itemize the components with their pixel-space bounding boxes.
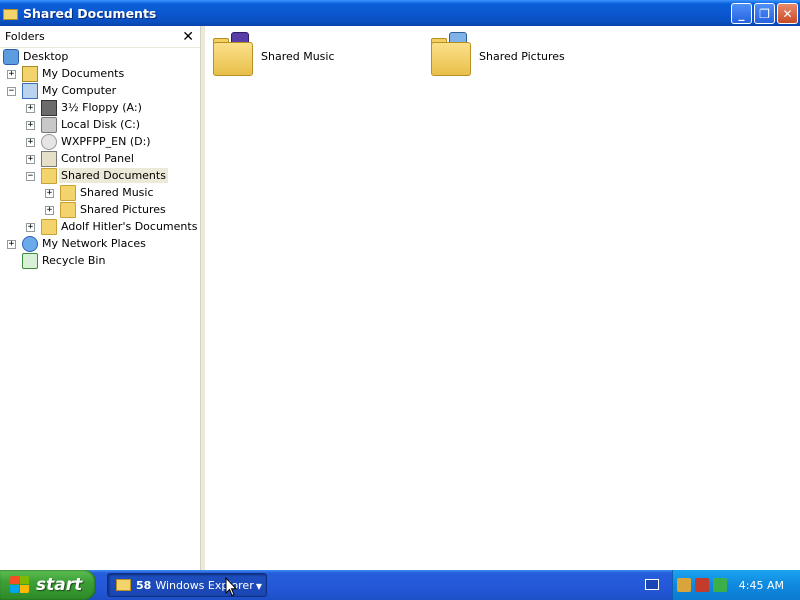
network-places-icon	[22, 236, 38, 252]
maximize-button[interactable]: ❐	[754, 3, 775, 24]
shared-pictures-folder-icon	[429, 32, 473, 80]
tree-item-label: Desktop	[23, 50, 69, 63]
my-computer-icon	[22, 83, 38, 99]
my-documents-icon	[22, 66, 38, 82]
control-panel-icon	[41, 151, 57, 167]
tree-item[interactable]: − Shared Documents	[0, 168, 200, 185]
task-group-count: 58	[136, 578, 152, 592]
expand-icon[interactable]: +	[7, 240, 16, 249]
expand-icon[interactable]: +	[26, 104, 35, 113]
tree-item[interactable]: + Shared Pictures	[0, 202, 200, 219]
shared-music-folder-icon	[60, 185, 76, 201]
folder-label: Shared Music	[261, 49, 335, 63]
tree-item[interactable]: + My Documents	[0, 66, 200, 83]
expand-icon[interactable]: +	[45, 206, 54, 215]
content-pane: Shared Music Shared Pictures	[205, 26, 800, 570]
task-button-label: Windows Explorer	[155, 578, 254, 592]
tree-item-label: Adolf Hitler's Documents	[61, 220, 198, 233]
system-tray: 4:45 AM	[672, 570, 800, 600]
taskbar-button-windows-explorer[interactable]: 58 Windows Explorer ▼	[107, 573, 267, 597]
window-title-bar[interactable]: Shared Documents _ ❐ ✕	[0, 0, 800, 26]
floppy-drive-icon	[41, 100, 57, 116]
start-button[interactable]: start	[0, 570, 96, 600]
tree-item-label: My Network Places	[42, 237, 146, 250]
collapse-icon[interactable]: −	[26, 172, 35, 181]
keyboard-icon[interactable]	[645, 579, 659, 590]
tray-app-icon[interactable]	[677, 578, 691, 592]
expand-icon[interactable]: +	[26, 223, 35, 232]
recycle-bin-icon	[22, 253, 38, 269]
folders-pane-title: Folders	[5, 30, 45, 43]
close-folders-pane-button[interactable]: ✕	[182, 29, 194, 45]
tree-item-label: Shared Documents	[59, 168, 168, 183]
clock[interactable]: 4:45 AM	[739, 579, 784, 592]
expand-icon[interactable]: +	[26, 121, 35, 130]
tree-item[interactable]: + Adolf Hitler's Documents	[0, 219, 200, 236]
tree-item-label: My Computer	[42, 84, 117, 97]
expand-icon[interactable]: +	[26, 155, 35, 164]
tree-item[interactable]: − My Computer	[0, 83, 200, 100]
taskbar: start 58 Windows Explorer ▼ 4:45 AM	[0, 570, 800, 600]
tree-item-label: Shared Music	[80, 186, 154, 199]
close-button[interactable]: ✕	[777, 3, 798, 24]
folder-icon	[41, 168, 57, 184]
tree-item-label: Recycle Bin	[42, 254, 106, 267]
tree-item-label: My Documents	[42, 67, 125, 80]
window-title: Shared Documents	[23, 5, 157, 21]
tree-item[interactable]: Desktop	[0, 49, 200, 66]
cd-drive-icon	[41, 134, 57, 150]
shared-music-folder[interactable]: Shared Music	[211, 32, 335, 80]
tree-item-label: Local Disk (C:)	[61, 118, 141, 131]
folder-icon	[41, 219, 57, 235]
folder-icon	[116, 579, 131, 591]
folder-icon	[3, 6, 19, 20]
tree-item[interactable]: +3½ Floppy (A:)	[0, 100, 200, 117]
network-disconnected-icon[interactable]	[695, 578, 709, 592]
tree-item[interactable]: + Control Panel	[0, 151, 200, 168]
folder-label: Shared Pictures	[479, 49, 565, 63]
security-shield-icon[interactable]	[713, 578, 727, 592]
tree-item[interactable]: + Local Disk (C:)	[0, 117, 200, 134]
expand-icon[interactable]: +	[26, 138, 35, 147]
expand-icon[interactable]: +	[7, 70, 16, 79]
tree-item-label: Shared Pictures	[80, 203, 166, 216]
tree-item-label: Control Panel	[61, 152, 134, 165]
desktop-icon	[3, 49, 19, 65]
collapse-icon[interactable]: −	[7, 87, 16, 96]
shared-pictures-folder-icon	[60, 202, 76, 218]
expand-icon[interactable]: +	[45, 189, 54, 198]
tree-item[interactable]: + Shared Music	[0, 185, 200, 202]
start-label: start	[36, 575, 83, 595]
folders-pane-header: Folders ✕	[0, 26, 200, 48]
tree-item-label: WXPFPP_EN (D:)	[61, 135, 151, 148]
tree-item-label: 3½ Floppy (A:)	[61, 101, 142, 114]
mouse-cursor-icon	[225, 577, 237, 597]
hard-disk-icon	[41, 117, 57, 133]
shared-music-folder-icon	[211, 32, 255, 80]
minimize-button[interactable]: _	[731, 3, 752, 24]
tree-item[interactable]: Recycle Bin	[0, 253, 200, 270]
dropdown-arrow-icon: ▼	[255, 582, 262, 591]
shared-pictures-folder[interactable]: Shared Pictures	[429, 32, 565, 80]
tree-item[interactable]: + My Network Places	[0, 236, 200, 253]
tree-item[interactable]: + WXPFPP_EN (D:)	[0, 134, 200, 151]
windows-logo-icon	[10, 576, 30, 594]
